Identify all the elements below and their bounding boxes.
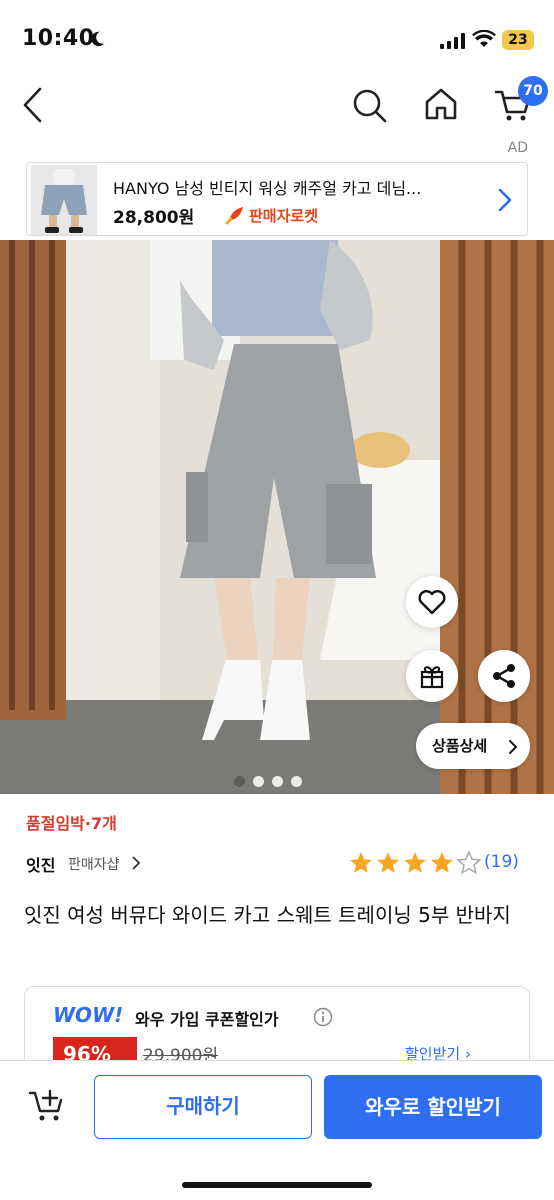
rating-stars[interactable] [348, 850, 482, 876]
wow-discount-button[interactable]: 와우로 할인받기 [324, 1075, 542, 1139]
moon-icon [91, 31, 105, 47]
ad-product-title: HANYO 남성 빈티지 워싱 캐주얼 카고 데님... [113, 179, 422, 198]
chevron-right-icon [498, 188, 512, 212]
seller-shop-link[interactable]: 판매자샵 [68, 854, 120, 874]
seller-name[interactable]: 잇진 [26, 852, 55, 876]
review-count[interactable]: (19) [484, 852, 519, 872]
product-detail-button[interactable]: 상품상세 [416, 723, 530, 769]
heart-icon [418, 590, 446, 615]
product-photo [0, 240, 554, 794]
battery-icon: 23 [502, 30, 534, 50]
chevron-right-icon [132, 856, 140, 870]
star-filled-icon [350, 852, 372, 873]
star-filled-icon [431, 852, 453, 873]
wishlist-button[interactable] [406, 576, 458, 628]
rocket-icon [225, 207, 243, 225]
product-image-carousel[interactable]: 상품상세 [0, 240, 554, 794]
carousel-dot[interactable] [234, 776, 245, 787]
product-title: 잇진 여성 버뮤다 와이드 카고 스웨트 트레이닝 5부 반바지 [24, 903, 511, 927]
add-to-cart-icon[interactable] [28, 1087, 68, 1125]
carousel-dot[interactable] [253, 776, 264, 787]
signal-icon [440, 33, 465, 49]
home-indicator [182, 1182, 372, 1188]
carousel-indicator [234, 776, 302, 787]
cart-count-badge: 70 [518, 76, 548, 106]
home-icon[interactable] [423, 86, 459, 122]
search-icon[interactable] [352, 88, 388, 124]
product-detail-label: 상품상세 [432, 737, 488, 755]
share-button[interactable] [478, 650, 530, 702]
chevron-right-icon [509, 740, 518, 754]
carousel-dot[interactable] [291, 776, 302, 787]
ad-product-thumbnail [31, 165, 97, 235]
gift-button[interactable] [406, 650, 458, 702]
info-icon[interactable] [313, 1007, 333, 1027]
ad-label: AD [507, 140, 528, 156]
status-bar: 10:40 23 [0, 0, 554, 70]
star-filled-icon [404, 852, 426, 873]
status-time: 10:40 [22, 26, 95, 51]
ad-product-price: 28,800원 [113, 208, 195, 228]
wifi-icon [472, 30, 496, 47]
ad-product-card[interactable]: HANYO 남성 빈티지 워싱 캐주얼 카고 데님... 28,800원 판매자… [26, 162, 528, 236]
gift-icon [420, 666, 444, 689]
bottom-action-bar: 구매하기 와우로 할인받기 [0, 1060, 554, 1200]
carousel-dot[interactable] [272, 776, 283, 787]
buy-button[interactable]: 구매하기 [94, 1075, 312, 1139]
wow-logo: WOW! [53, 1003, 124, 1027]
wow-discount-label: 와우 가입 쿠폰할인가 [135, 1010, 279, 1029]
star-filled-icon [377, 852, 399, 873]
back-icon[interactable] [20, 86, 46, 124]
share-icon [493, 664, 515, 688]
seller-rocket-badge: 판매자로켓 [249, 207, 319, 225]
stock-notice: 품절임박·7개 [26, 814, 117, 833]
star-empty-icon [456, 850, 482, 875]
top-nav: 70 AD [0, 70, 554, 156]
